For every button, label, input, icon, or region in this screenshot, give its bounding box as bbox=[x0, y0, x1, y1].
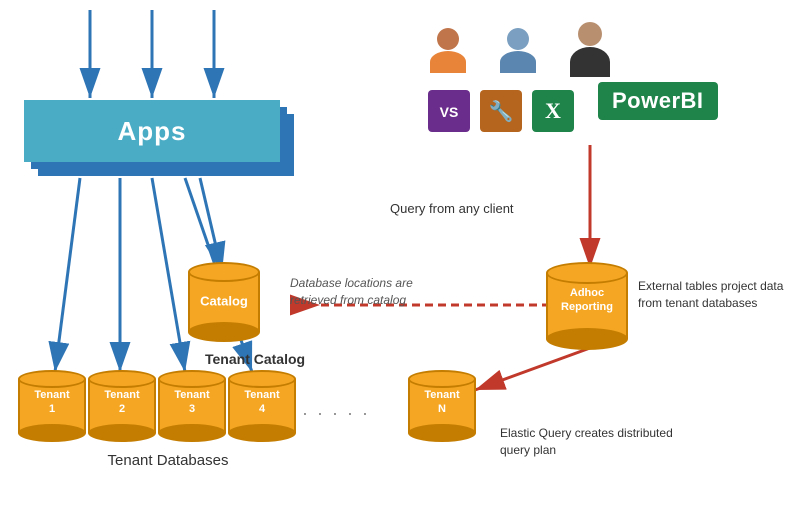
tenant-3-cylinder: Tenant3 bbox=[158, 370, 226, 442]
adhoc-cylinder: AdhocReporting bbox=[546, 262, 628, 350]
catalog-cylinder: Catalog bbox=[188, 262, 260, 342]
tools-icon: 🔧 bbox=[480, 90, 522, 132]
query-annotation: Query from any client bbox=[390, 200, 514, 218]
user-figure-3 bbox=[570, 22, 610, 77]
tenant-databases-label: Tenant Databases bbox=[18, 452, 318, 469]
user-figure-2 bbox=[500, 28, 536, 73]
user-figure-1 bbox=[430, 28, 466, 73]
tenant-catalog-label: Tenant Catalog bbox=[205, 350, 305, 370]
powerbi-badge[interactable]: PowerBI bbox=[598, 82, 718, 120]
apps-label: Apps bbox=[118, 116, 187, 147]
tenant-n-cylinder: TenantN bbox=[408, 370, 476, 442]
tenant-1-cylinder: Tenant1 bbox=[18, 370, 86, 442]
excel-icon: X bbox=[532, 90, 574, 132]
user-body-1 bbox=[430, 51, 466, 73]
user-head-2 bbox=[507, 28, 529, 50]
svg-text:VS: VS bbox=[440, 104, 459, 120]
external-tables-annotation: External tables project data from tenant… bbox=[638, 278, 788, 312]
tenant-4-cylinder: Tenant4 bbox=[228, 370, 296, 442]
apps-front: Apps bbox=[24, 100, 280, 162]
db-locations-annotation: Database locations are retrieved from ca… bbox=[290, 275, 435, 309]
user-head-1 bbox=[437, 28, 459, 50]
tenant-2-cylinder: Tenant2 bbox=[88, 370, 156, 442]
visual-studio-icon: VS bbox=[428, 90, 470, 132]
tenant-dots: · · · · · bbox=[302, 403, 370, 424]
user-body-3 bbox=[570, 47, 610, 77]
elastic-query-annotation: Elastic Query creates distributed query … bbox=[500, 425, 680, 459]
user-head-3 bbox=[578, 22, 602, 46]
user-body-2 bbox=[500, 51, 536, 73]
